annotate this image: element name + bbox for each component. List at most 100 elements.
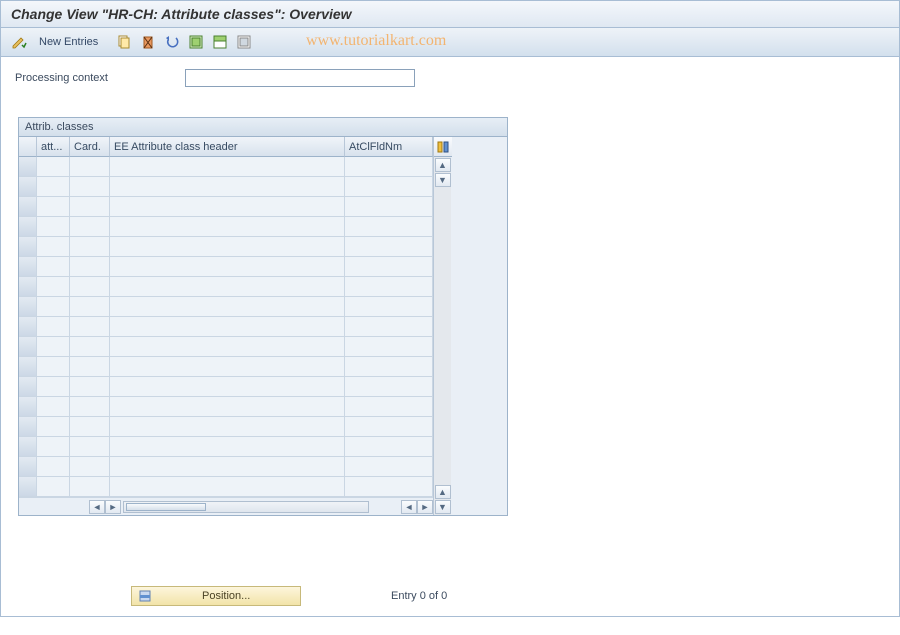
cell-card[interactable] <box>70 197 110 217</box>
table-row[interactable] <box>19 217 433 237</box>
table-row[interactable] <box>19 177 433 197</box>
table-row[interactable] <box>19 397 433 417</box>
row-selector[interactable] <box>19 337 37 357</box>
hscroll-left-icon[interactable]: ◄ <box>89 500 105 514</box>
cell-att[interactable] <box>37 477 70 497</box>
undo-icon[interactable] <box>162 32 182 52</box>
row-selector[interactable] <box>19 437 37 457</box>
cell-header[interactable] <box>110 417 345 437</box>
table-row[interactable] <box>19 237 433 257</box>
cell-header[interactable] <box>110 397 345 417</box>
cell-card[interactable] <box>70 237 110 257</box>
cell-fld[interactable] <box>345 477 433 497</box>
cell-att[interactable] <box>37 197 70 217</box>
table-row[interactable] <box>19 437 433 457</box>
table-row[interactable] <box>19 457 433 477</box>
cell-card[interactable] <box>70 277 110 297</box>
cell-att[interactable] <box>37 297 70 317</box>
cell-card[interactable] <box>70 457 110 477</box>
column-header-eeheader[interactable]: EE Attribute class header <box>110 137 345 157</box>
hscroll-right-icon[interactable]: ► <box>417 500 433 514</box>
hscroll-step-right-icon[interactable]: ► <box>105 500 121 514</box>
table-row[interactable] <box>19 257 433 277</box>
table-row[interactable] <box>19 337 433 357</box>
column-header-selector[interactable] <box>19 137 37 157</box>
cell-att[interactable] <box>37 337 70 357</box>
select-block-icon[interactable] <box>210 32 230 52</box>
table-row[interactable] <box>19 197 433 217</box>
cell-fld[interactable] <box>345 157 433 177</box>
row-selector[interactable] <box>19 157 37 177</box>
hscroll-step-left2-icon[interactable]: ◄ <box>401 500 417 514</box>
cell-att[interactable] <box>37 397 70 417</box>
cell-fld[interactable] <box>345 197 433 217</box>
cell-att[interactable] <box>37 157 70 177</box>
cell-att[interactable] <box>37 277 70 297</box>
position-button[interactable]: Position... <box>131 586 301 606</box>
cell-fld[interactable] <box>345 377 433 397</box>
cell-fld[interactable] <box>345 177 433 197</box>
cell-header[interactable] <box>110 237 345 257</box>
cell-card[interactable] <box>70 377 110 397</box>
cell-att[interactable] <box>37 457 70 477</box>
vscroll-down-step-icon[interactable]: ▼ <box>435 173 451 187</box>
table-row[interactable] <box>19 357 433 377</box>
cell-card[interactable] <box>70 217 110 237</box>
cell-header[interactable] <box>110 157 345 177</box>
table-row[interactable] <box>19 277 433 297</box>
cell-fld[interactable] <box>345 317 433 337</box>
new-entries-button[interactable]: New Entries <box>33 34 104 50</box>
column-header-fld[interactable]: AtClFldNm <box>345 137 433 157</box>
cell-att[interactable] <box>37 257 70 277</box>
row-selector[interactable] <box>19 217 37 237</box>
cell-att[interactable] <box>37 357 70 377</box>
cell-att[interactable] <box>37 177 70 197</box>
cell-card[interactable] <box>70 477 110 497</box>
cell-header[interactable] <box>110 257 345 277</box>
cell-header[interactable] <box>110 337 345 357</box>
row-selector[interactable] <box>19 297 37 317</box>
row-selector[interactable] <box>19 417 37 437</box>
cell-card[interactable] <box>70 177 110 197</box>
copy-icon[interactable] <box>114 32 134 52</box>
cell-header[interactable] <box>110 477 345 497</box>
cell-fld[interactable] <box>345 277 433 297</box>
cell-header[interactable] <box>110 317 345 337</box>
cell-card[interactable] <box>70 257 110 277</box>
row-selector[interactable] <box>19 477 37 497</box>
table-settings-icon[interactable] <box>434 137 452 157</box>
cell-card[interactable] <box>70 357 110 377</box>
cell-fld[interactable] <box>345 457 433 477</box>
row-selector[interactable] <box>19 237 37 257</box>
table-row[interactable] <box>19 417 433 437</box>
cell-att[interactable] <box>37 237 70 257</box>
table-row[interactable] <box>19 477 433 497</box>
cell-att[interactable] <box>37 377 70 397</box>
row-selector[interactable] <box>19 457 37 477</box>
row-selector[interactable] <box>19 277 37 297</box>
cell-header[interactable] <box>110 457 345 477</box>
row-selector[interactable] <box>19 177 37 197</box>
cell-card[interactable] <box>70 337 110 357</box>
cell-fld[interactable] <box>345 357 433 377</box>
row-selector[interactable] <box>19 377 37 397</box>
cell-fld[interactable] <box>345 237 433 257</box>
hscroll-thumb[interactable] <box>126 503 206 511</box>
cell-header[interactable] <box>110 297 345 317</box>
cell-fld[interactable] <box>345 397 433 417</box>
row-selector[interactable] <box>19 197 37 217</box>
cell-header[interactable] <box>110 277 345 297</box>
column-header-att[interactable]: att... <box>37 137 70 157</box>
table-row[interactable] <box>19 317 433 337</box>
vscroll-up-step-icon[interactable]: ▲ <box>435 485 451 499</box>
row-selector[interactable] <box>19 357 37 377</box>
row-selector[interactable] <box>19 397 37 417</box>
select-all-icon[interactable] <box>186 32 206 52</box>
cell-card[interactable] <box>70 157 110 177</box>
cell-card[interactable] <box>70 417 110 437</box>
delete-icon[interactable] <box>138 32 158 52</box>
cell-header[interactable] <box>110 437 345 457</box>
cell-fld[interactable] <box>345 437 433 457</box>
column-header-card[interactable]: Card. <box>70 137 110 157</box>
table-row[interactable] <box>19 297 433 317</box>
